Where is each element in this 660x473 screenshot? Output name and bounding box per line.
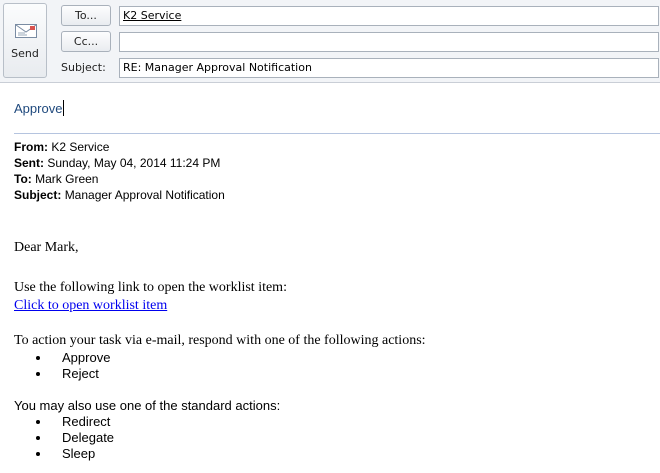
subject-label-orig: Subject: — [14, 188, 62, 202]
to-recipient[interactable]: K2 Service — [123, 9, 181, 22]
action-redirect: Redirect — [62, 414, 111, 429]
link-intro: Use the following link to open the workl… — [14, 280, 287, 295]
cc-button[interactable]: Cc... — [61, 31, 111, 52]
bullet-icon — [36, 372, 40, 376]
subject-label: Subject: — [61, 61, 106, 74]
standard-actions-list: Redirect Delegate Sleep — [36, 414, 114, 462]
send-label: Send — [11, 47, 39, 60]
to-label: To: — [14, 172, 32, 186]
bullet-icon — [36, 452, 40, 456]
worklist-link[interactable]: Click to open worklist item — [14, 298, 167, 314]
compose-header: Send To... K2 Service Cc... Subject: RE:… — [0, 0, 660, 83]
standard-intro: You may also use one of the standard act… — [14, 398, 281, 413]
send-button[interactable]: Send — [3, 3, 47, 78]
envelope-send-icon — [15, 24, 37, 38]
reply-separator — [14, 133, 660, 134]
sent-value: Sunday, May 04, 2014 11:24 PM — [47, 156, 221, 170]
reply-text-value: Approve — [14, 101, 63, 116]
sent-label: Sent: — [14, 156, 44, 170]
to-field[interactable]: K2 Service — [119, 6, 659, 26]
original-subject: Subject: Manager Approval Notification — [14, 187, 225, 203]
message-body[interactable]: Approve From: K2 Service Sent: Sunday, M… — [0, 83, 660, 473]
action-delegate: Delegate — [62, 430, 115, 445]
action-sleep: Sleep — [62, 446, 96, 461]
from-label: From: — [14, 140, 48, 154]
subject-field[interactable]: RE: Manager Approval Notification — [119, 58, 659, 78]
action-reject: Reject — [62, 366, 99, 381]
reply-text[interactable]: Approve — [14, 100, 65, 116]
action-intro: To action your task via e-mail, respond … — [14, 333, 426, 348]
bullet-icon — [36, 436, 40, 440]
list-item: Reject — [36, 366, 110, 382]
email-compose-window: Send To... K2 Service Cc... Subject: RE:… — [0, 0, 660, 473]
list-item: Delegate — [36, 430, 114, 446]
list-item: Approve — [36, 350, 110, 366]
original-sent: Sent: Sunday, May 04, 2014 11:24 PM — [14, 155, 220, 171]
greeting: Dear Mark, — [14, 240, 79, 255]
bullet-icon — [36, 356, 40, 360]
from-value: K2 Service — [51, 140, 110, 154]
to-value: Mark Green — [35, 172, 99, 186]
list-item: Sleep — [36, 446, 114, 462]
original-from: From: K2 Service — [14, 139, 109, 155]
original-to: To: Mark Green — [14, 171, 98, 187]
cc-field[interactable] — [119, 32, 659, 52]
to-button[interactable]: To... — [61, 5, 111, 26]
actions-list: Approve Reject — [36, 350, 110, 382]
action-approve: Approve — [62, 350, 111, 365]
bullet-icon — [36, 420, 40, 424]
list-item: Redirect — [36, 414, 114, 430]
subject-value: Manager Approval Notification — [64, 188, 225, 202]
text-cursor — [63, 100, 65, 116]
